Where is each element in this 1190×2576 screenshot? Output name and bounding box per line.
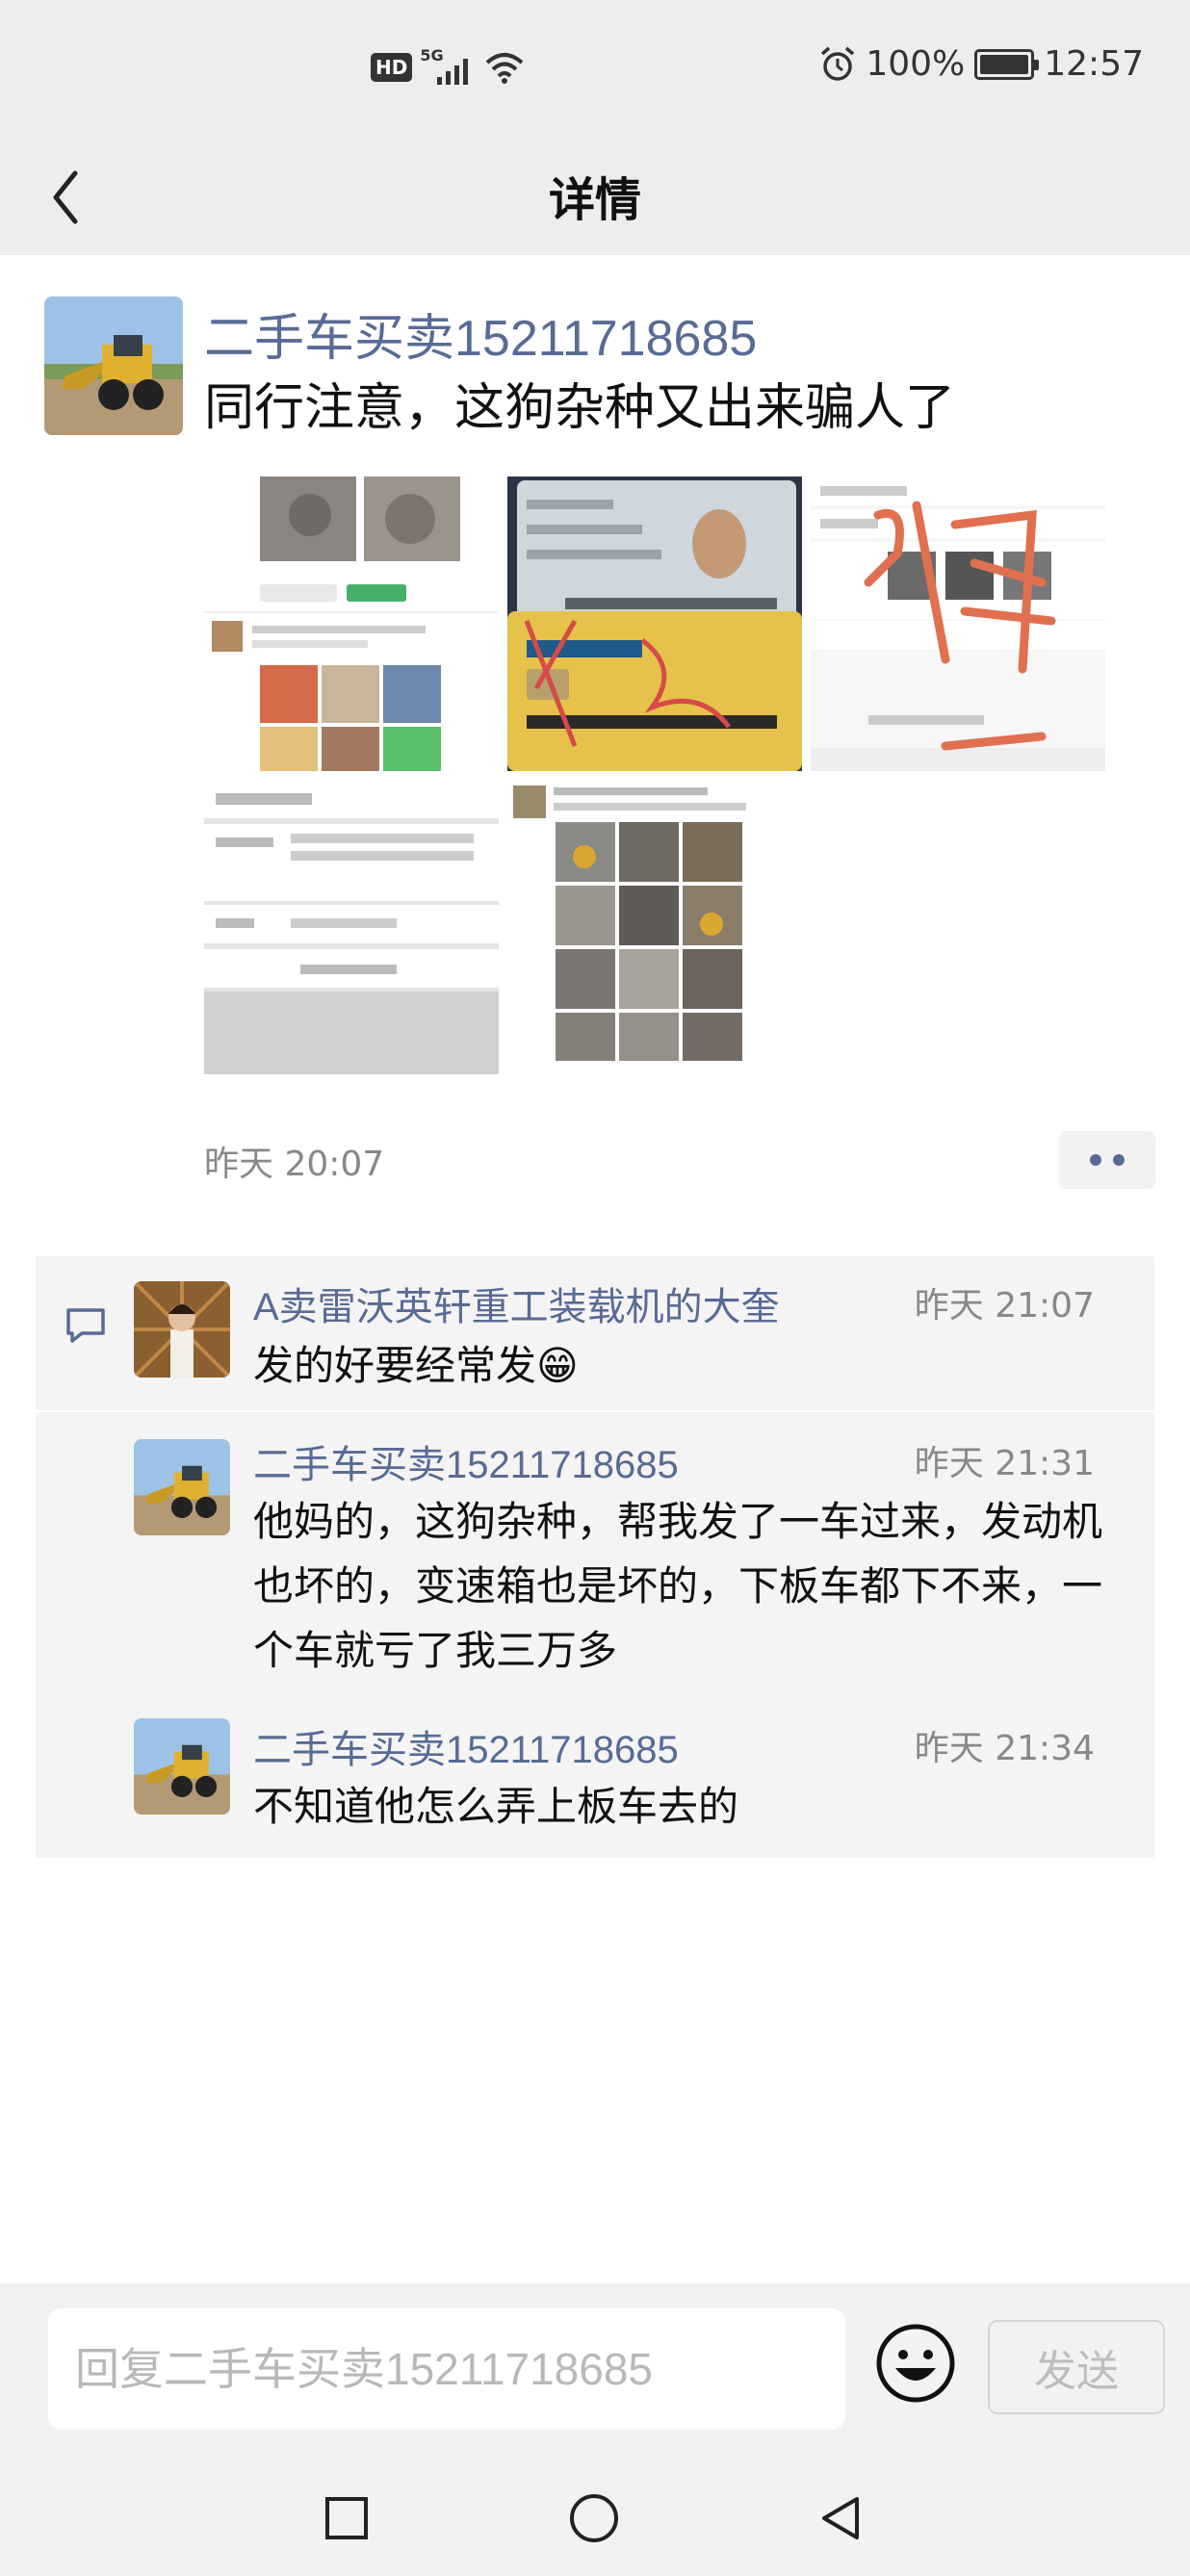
status-bar: HD 5G 100% 12:57 (0, 0, 1190, 135)
home-icon[interactable] (565, 2489, 623, 2547)
reply-input[interactable] (48, 2308, 845, 2430)
post-author[interactable]: 二手车买卖15211718685 (204, 297, 757, 370)
recent-apps-icon[interactable] (318, 2489, 375, 2547)
reply-bar: 发送 (0, 2283, 1190, 2466)
comment-item[interactable]: A卖雷沃英轩重工装载机的大奎 昨天 21:07 发的好要经常发😁 (36, 1256, 1154, 1410)
comments-section: A卖雷沃英轩重工装载机的大奎 昨天 21:07 发的好要经常发😁 二手车买卖15… (36, 1256, 1154, 1858)
comment-author[interactable]: 二手车买卖15211718685 (253, 1718, 679, 1774)
post-text: 同行注意，这狗杂种又出来骗人了 (204, 379, 956, 437)
photo-grid (204, 477, 1109, 1083)
comment-timestamp: 昨天 21:34 (914, 1729, 1095, 1768)
photo-thumbnail[interactable] (507, 477, 802, 771)
avatar[interactable] (134, 1718, 230, 1815)
dot-icon (1090, 1154, 1101, 1166)
photo-thumbnail[interactable] (204, 780, 499, 1074)
emoji-icon[interactable] (874, 2322, 957, 2405)
photo-thumbnail[interactable] (204, 477, 499, 771)
hd-badge: HD (371, 53, 413, 82)
network-indicators: HD 5G (371, 46, 524, 87)
comment-item[interactable]: 二手车买卖15211718685 昨天 21:34 不知道他怎么弄上板车去的 (36, 1691, 1154, 1858)
comment-author[interactable]: 二手车买卖15211718685 (253, 1433, 679, 1489)
avatar[interactable] (134, 1281, 230, 1378)
comment-timestamp: 昨天 21:07 (914, 1286, 1095, 1326)
photo-thumbnail[interactable] (811, 477, 1105, 771)
wheel-loader-avatar-image (44, 296, 183, 435)
battery-percent: 100% (866, 44, 966, 84)
more-actions-button[interactable] (1059, 1131, 1155, 1189)
dot-icon (1113, 1154, 1125, 1166)
avatar[interactable] (44, 296, 183, 435)
system-indicators: 100% 12:57 (819, 44, 1144, 84)
back-nav-icon[interactable] (813, 2489, 870, 2547)
alarm-icon (821, 46, 855, 81)
nav-bar: 详情 (0, 135, 1190, 255)
clock: 12:57 (1044, 44, 1144, 84)
comment-text: 发的好要经常发😁 (253, 1342, 579, 1389)
avatar[interactable] (134, 1439, 230, 1535)
comment-timestamp: 昨天 21:31 (914, 1444, 1095, 1483)
comment-text: 他妈的，这狗杂种，帮我发了一车过来，发动机也坏的，变速箱也是坏的，下板车都下不来… (253, 1498, 1103, 1674)
page-title: 详情 (548, 173, 641, 227)
comment-text: 不知道他怎么弄上板车去的 (253, 1783, 739, 1830)
comment-author[interactable]: A卖雷沃英轩重工装载机的大奎 (253, 1275, 780, 1331)
wifi-icon (486, 53, 524, 84)
system-nav-bar (0, 2466, 1190, 2576)
post-timestamp: 昨天 20:07 (204, 1145, 385, 1184)
send-button[interactable]: 发送 (988, 2320, 1165, 2414)
battery-icon (974, 48, 1040, 80)
signal-icon: 5G (420, 46, 478, 87)
comment-item[interactable]: 二手车买卖15211718685 昨天 21:31 他妈的，这狗杂种，帮我发了一… (36, 1412, 1154, 1691)
photo-thumbnail[interactable] (507, 780, 802, 1074)
